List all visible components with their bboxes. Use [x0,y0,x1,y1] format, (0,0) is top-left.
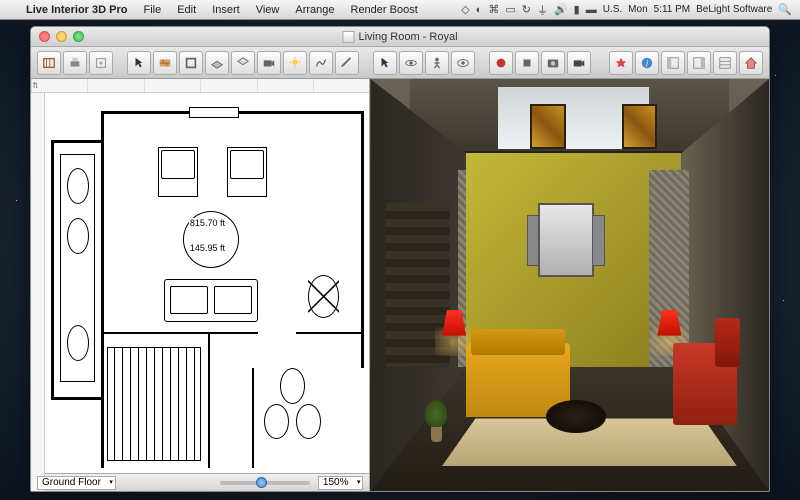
room-tool-icon[interactable] [179,51,203,75]
inspector-2-icon[interactable] [687,51,711,75]
measure-tool-icon[interactable] [335,51,359,75]
desktop-background: Live Interior 3D Pro File Edit Insert Vi… [0,0,800,500]
close-button[interactable] [39,31,50,42]
clock-time[interactable]: 5:11 PM [654,4,691,15]
favorites-icon[interactable] [609,51,633,75]
app-name[interactable]: Live Interior 3D Pro [18,4,135,16]
camera-tool-icon[interactable] [257,51,281,75]
horizontal-ruler [31,79,369,93]
snapshot-icon[interactable] [541,51,565,75]
floor-plan-canvas[interactable]: 815.70 ft 145.95 ft [31,93,369,473]
menu-extra-icon[interactable]: ◐ [476,4,483,16]
ruler-unit-label: ft [33,81,37,90]
floor-plan-panel[interactable]: ft [31,79,370,491]
battery-icon[interactable]: ▮ [574,3,580,16]
menu-render-boost[interactable]: Render Boost [343,4,426,16]
path-tool-icon[interactable] [309,51,333,75]
record-icon[interactable] [489,51,513,75]
ceiling-tool-icon[interactable] [231,51,255,75]
menu-view[interactable]: View [248,4,288,16]
walk-icon[interactable] [425,51,449,75]
zoom-button[interactable] [73,31,84,42]
floor-selector[interactable]: Ground Floor [37,476,116,490]
menu-file[interactable]: File [135,4,169,16]
clock-day[interactable]: Mon [628,4,647,15]
render-plant [422,400,450,441]
input-source-label[interactable]: U.S. [603,4,622,15]
floor-tool-icon[interactable] [205,51,229,75]
minimize-button[interactable] [56,31,67,42]
window-title-text: Living Room - Royal [358,31,457,43]
window-titlebar[interactable]: Living Room - Royal [31,27,769,47]
camera-3d-icon[interactable] [567,51,591,75]
menu-insert[interactable]: Insert [204,4,248,16]
menu-edit[interactable]: Edit [169,4,204,16]
dimension-1: 815.70 ft [189,218,226,228]
render-coffee-table [546,400,606,433]
3d-render-panel[interactable] [370,79,769,491]
pointer-3d-icon[interactable] [373,51,397,75]
library-icon[interactable] [37,51,61,75]
spotlight-icon[interactable]: 🔍 [778,3,792,16]
document-icon [342,31,354,43]
light-tool-icon[interactable] [283,51,307,75]
timemachine-icon[interactable]: ↻ [522,3,531,16]
zoom-selector[interactable]: 150% [318,476,364,490]
dimension-2: 145.95 ft [189,243,226,253]
app-window: Living Room - Royal [30,26,770,492]
display-icon[interactable]: ▭ [505,3,515,16]
wifi-icon[interactable]: ⏚ [537,2,548,18]
bluetooth-icon[interactable]: ⌘ [488,3,499,16]
print-icon[interactable] [63,51,87,75]
zoom-slider[interactable] [220,481,310,485]
toolbar: i [31,47,769,79]
system-menubar: Live Interior 3D Pro File Edit Insert Vi… [0,0,800,20]
orbit-icon[interactable] [399,51,423,75]
library-panel-icon[interactable] [713,51,737,75]
zoom-slider-thumb[interactable] [256,477,267,488]
flag-icon[interactable]: ▬ [586,4,597,16]
volume-icon[interactable]: 🔊 [554,3,568,16]
render-armchair [673,343,737,425]
wall-tool-icon[interactable] [153,51,177,75]
info-icon[interactable]: i [635,51,659,75]
dropbox-icon[interactable]: ◇ [461,3,469,16]
plan-statusbar: Ground Floor 150% [31,473,369,491]
window-title: Living Room - Royal [342,31,457,43]
export-icon[interactable] [89,51,113,75]
home-icon[interactable] [739,51,763,75]
menu-arrange[interactable]: Arrange [287,4,342,16]
inspector-1-icon[interactable] [661,51,685,75]
pointer-tool-icon[interactable] [127,51,151,75]
vendor-label[interactable]: BeLight Software [696,4,772,15]
look-icon[interactable] [451,51,475,75]
stop-icon[interactable] [515,51,539,75]
